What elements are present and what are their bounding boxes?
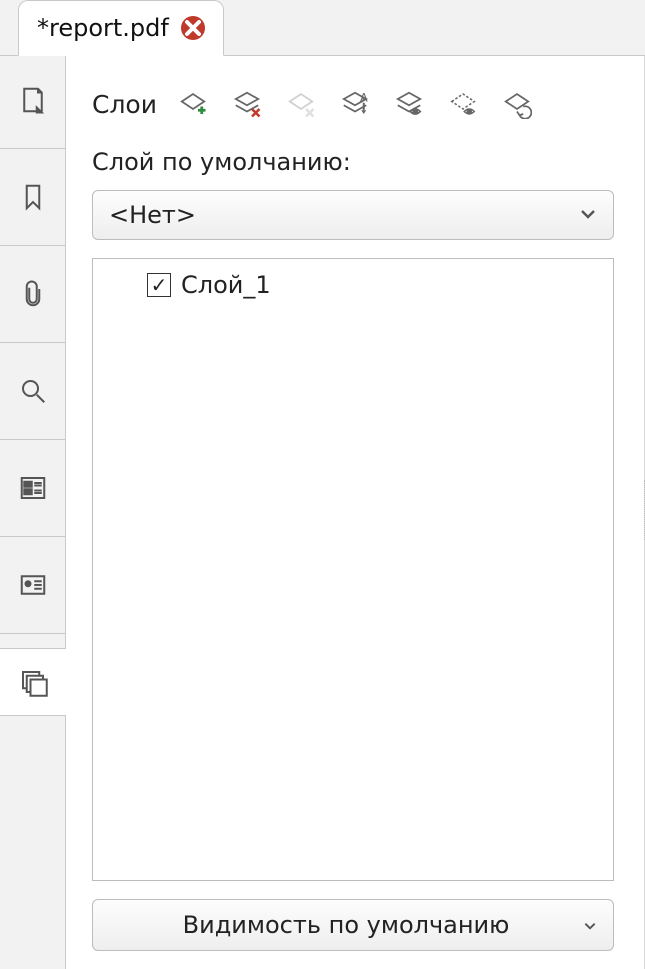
rail-properties-icon[interactable] xyxy=(0,551,65,619)
layer-list[interactable]: ✓ Слой_1 xyxy=(92,258,614,881)
side-rail xyxy=(0,56,66,969)
layer-item[interactable]: ✓ Слой_1 xyxy=(105,269,601,301)
default-layer-combo[interactable]: <Нет> xyxy=(92,190,614,240)
svg-text:A: A xyxy=(360,92,368,105)
rail-bookmarks-icon[interactable] xyxy=(0,163,65,231)
close-icon[interactable] xyxy=(181,16,205,40)
layer-toolbar: A xyxy=(175,86,535,122)
visibility-combo-label: Видимость по умолчанию xyxy=(109,911,583,939)
rail-search-icon[interactable] xyxy=(0,357,65,425)
document-tab[interactable]: *report.pdf xyxy=(18,0,224,56)
panel-resize-grip[interactable] xyxy=(639,480,645,540)
chevron-down-icon xyxy=(579,201,597,229)
layers-panel: Слои xyxy=(66,56,645,969)
visibility-combo[interactable]: Видимость по умолчанию xyxy=(92,899,614,951)
toggle-lock-icon[interactable] xyxy=(445,86,481,122)
layer-name: Слой_1 xyxy=(181,271,271,299)
rename-layer-icon[interactable]: A xyxy=(337,86,373,122)
chevron-down-icon xyxy=(583,911,597,939)
delete-layer-icon[interactable] xyxy=(229,86,265,122)
rail-layers-icon[interactable] xyxy=(0,648,66,716)
default-layer-label: Слой по умолчанию: xyxy=(92,148,614,176)
tab-strip: *report.pdf xyxy=(0,0,645,56)
rail-pages-icon[interactable] xyxy=(0,66,65,134)
rail-attachments-icon[interactable] xyxy=(0,260,65,328)
reorder-layer-icon[interactable] xyxy=(499,86,535,122)
panel-header: Слои xyxy=(92,86,614,122)
delete-layer-disabled-icon xyxy=(283,86,319,122)
default-layer-value: <Нет> xyxy=(109,201,196,229)
toggle-visibility-icon[interactable] xyxy=(391,86,427,122)
add-layer-icon[interactable] xyxy=(175,86,211,122)
layer-checkbox[interactable]: ✓ xyxy=(147,273,171,297)
panel-title: Слои xyxy=(92,90,157,119)
document-tab-title: *report.pdf xyxy=(37,14,169,42)
rail-thumbnails-icon[interactable] xyxy=(0,454,65,522)
